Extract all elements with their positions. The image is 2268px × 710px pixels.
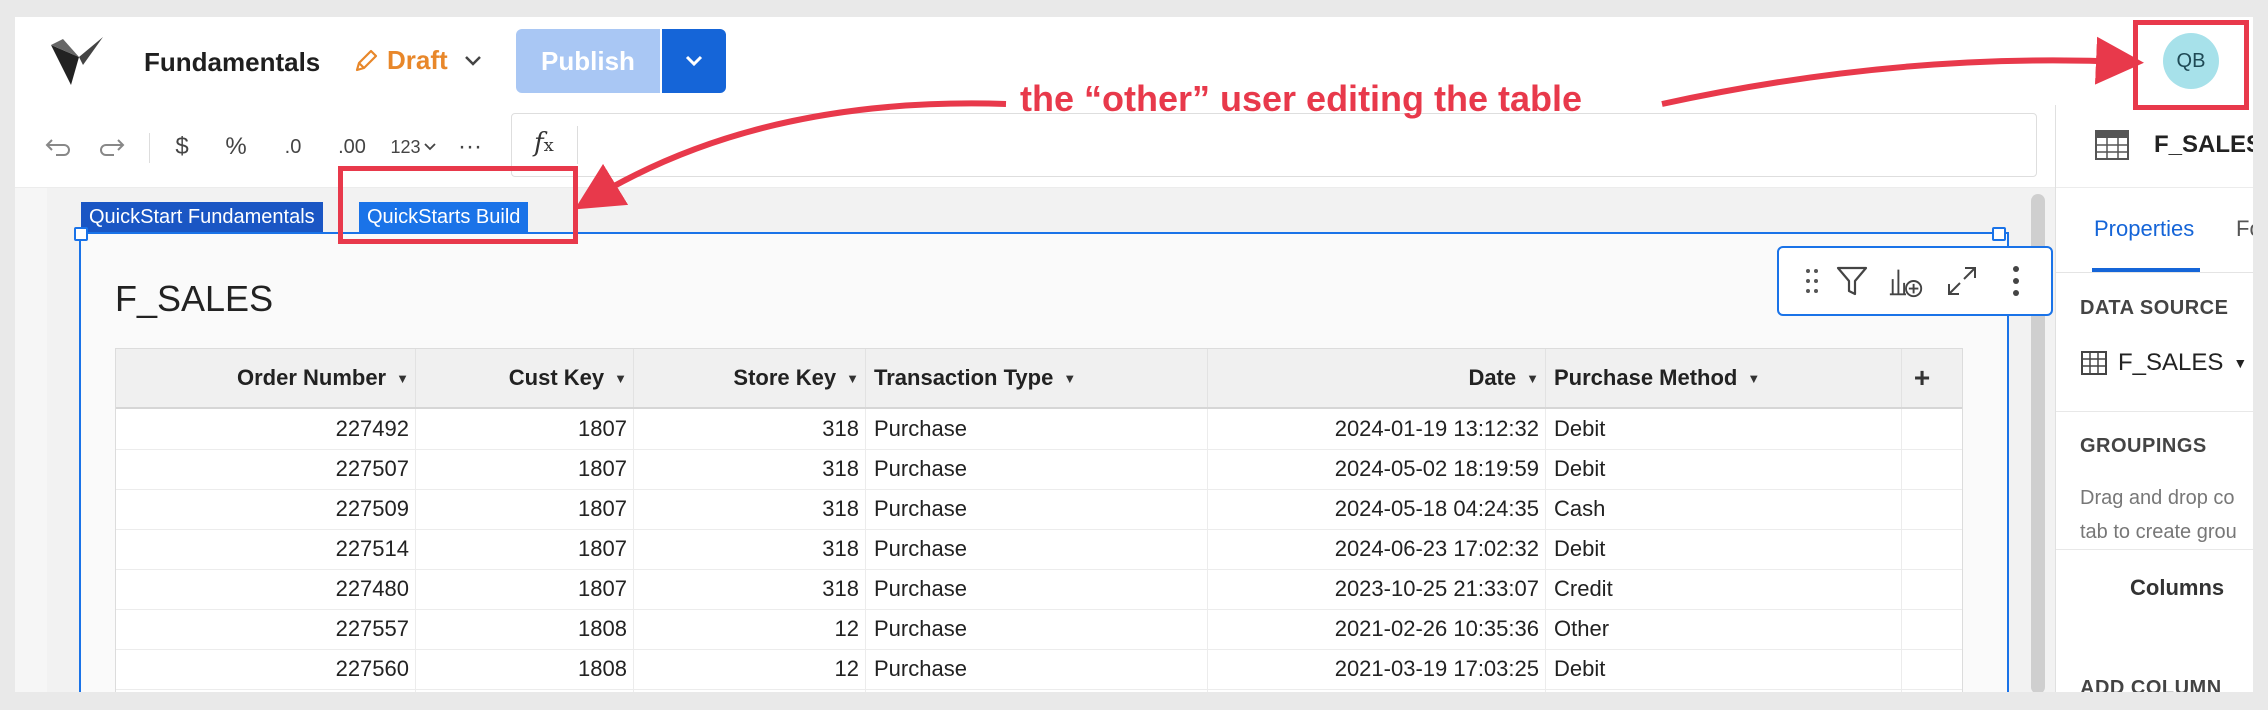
arrow-to-tag xyxy=(574,100,1007,210)
annotation-arrows xyxy=(574,36,2144,210)
arrow-to-avatar xyxy=(1661,36,2144,107)
